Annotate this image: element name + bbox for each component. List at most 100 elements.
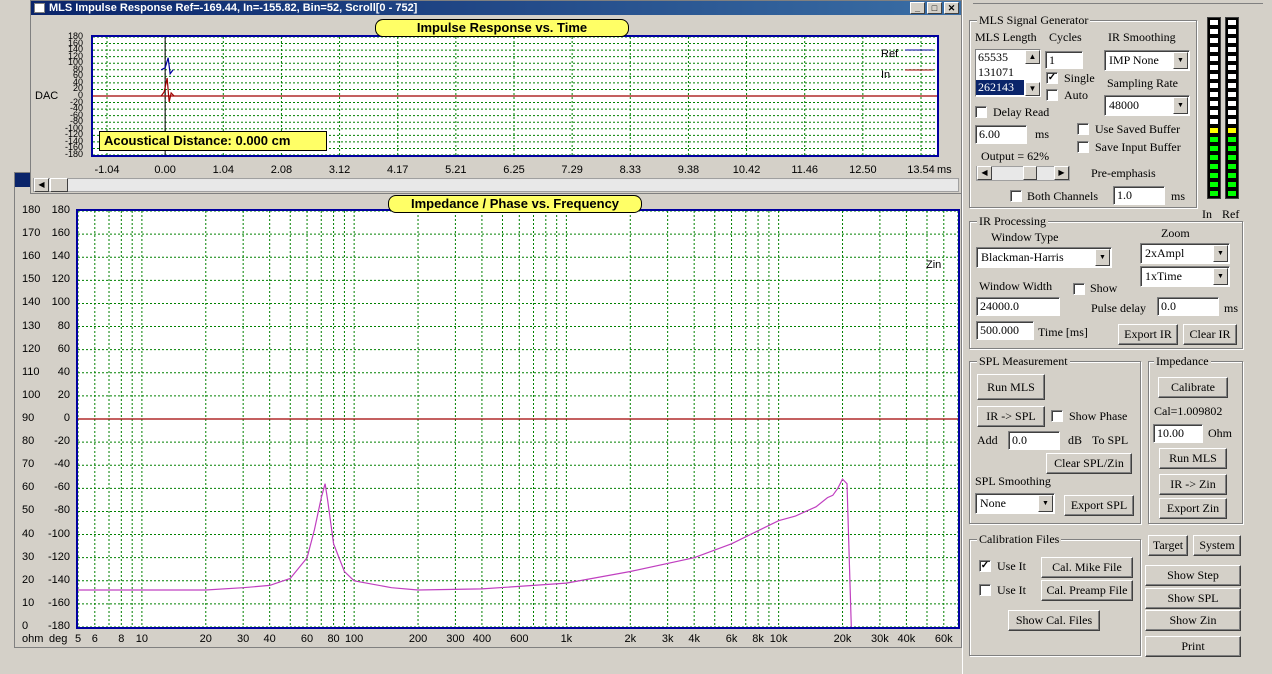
mls-length-list[interactable]: 65535 131071 262143 ▲ ▼ bbox=[975, 49, 1041, 97]
system-button[interactable]: System bbox=[1193, 535, 1241, 556]
use-saved-buffer-checkbox[interactable] bbox=[1077, 123, 1089, 135]
impulse-scrollbar[interactable]: ◀ bbox=[33, 178, 959, 192]
scroll-thumb[interactable] bbox=[50, 178, 68, 192]
chevron-down-icon[interactable]: ▼ bbox=[1173, 52, 1188, 69]
frequency-tick-label: 30 bbox=[237, 633, 250, 645]
add-db-input[interactable]: 0.0 bbox=[1008, 431, 1060, 450]
delay-input[interactable]: 6.00 bbox=[975, 125, 1027, 144]
window-width-input[interactable]: 24000.0 bbox=[976, 297, 1060, 316]
calibrate-button[interactable]: Calibrate bbox=[1158, 377, 1228, 398]
ohm-tick-label: 90 bbox=[22, 412, 35, 424]
show-spl-button[interactable]: Show SPL bbox=[1145, 588, 1241, 609]
input-meter-segment bbox=[1209, 190, 1219, 197]
target-button[interactable]: Target bbox=[1148, 535, 1188, 556]
show-cal-files-button[interactable]: Show Cal. Files bbox=[1008, 610, 1100, 631]
zoom-time-select[interactable]: 1xTime ▼ bbox=[1140, 266, 1230, 287]
clear-spl-zin-button[interactable]: Clear SPL/Zin bbox=[1046, 453, 1132, 474]
scroll-left-arrow[interactable]: ◀ bbox=[34, 178, 49, 192]
frequency-tick-label: 60 bbox=[300, 633, 314, 645]
cal-preamp-file-button[interactable]: Cal. Preamp File bbox=[1041, 580, 1133, 601]
show-window-checkbox[interactable] bbox=[1073, 283, 1085, 295]
pre-emphasis-input[interactable]: 1.0 bbox=[1113, 186, 1165, 205]
time-tick-label: 3.12 bbox=[328, 164, 351, 176]
frequency-tick-label: 10 bbox=[135, 633, 149, 645]
frequency-tick-label: 20 bbox=[199, 633, 212, 645]
use-preamp-cal-checkbox[interactable] bbox=[979, 584, 991, 596]
ref-meter-segment bbox=[1227, 118, 1237, 125]
print-button[interactable]: Print bbox=[1145, 636, 1241, 657]
chevron-down-icon[interactable]: ▼ bbox=[1095, 249, 1110, 266]
input-level-meter bbox=[1207, 17, 1221, 199]
cycles-input[interactable]: 1 bbox=[1045, 51, 1083, 69]
use-saved-buffer-label: Use Saved Buffer bbox=[1095, 122, 1181, 136]
deg-unit-label: deg bbox=[49, 633, 68, 645]
export-spl-button[interactable]: Export SPL bbox=[1064, 495, 1134, 516]
auto-checkbox[interactable] bbox=[1046, 89, 1058, 101]
maximize-button[interactable]: □ bbox=[927, 2, 942, 14]
close-button[interactable]: ✕ bbox=[944, 2, 959, 14]
output-decrease-arrow[interactable]: ◀ bbox=[977, 166, 992, 180]
delay-read-checkbox[interactable] bbox=[975, 106, 987, 118]
use-mike-cal-checkbox[interactable]: ✓ bbox=[979, 560, 991, 572]
impedance-plot-area[interactable]: Zin bbox=[76, 209, 960, 629]
chevron-down-icon[interactable]: ▼ bbox=[1038, 495, 1053, 512]
save-input-buffer-checkbox[interactable] bbox=[1077, 141, 1089, 153]
ohm-tick-label: 150 bbox=[22, 273, 41, 286]
time-tick-label: 4.17 bbox=[386, 164, 409, 176]
mls-list-up-arrow[interactable]: ▲ bbox=[1025, 50, 1040, 64]
ir-to-spl-button[interactable]: IR -> SPL bbox=[977, 406, 1045, 427]
window-type-select[interactable]: Blackman-Harris ▼ bbox=[976, 247, 1112, 268]
input-meter-segment bbox=[1209, 28, 1219, 35]
output-slider-thumb[interactable] bbox=[1022, 166, 1037, 180]
ohm-tick-label: 0 bbox=[22, 620, 29, 632]
ms-unit-label: ms bbox=[937, 164, 952, 176]
pulse-delay-input[interactable]: 0.0 bbox=[1157, 297, 1219, 316]
mls-list-down-arrow[interactable]: ▼ bbox=[1025, 82, 1040, 96]
clear-ir-button[interactable]: Clear IR bbox=[1183, 324, 1237, 345]
deg-tick-label: 20 bbox=[57, 388, 70, 401]
deg-tick-label: -120 bbox=[47, 550, 70, 563]
window-type-label: Window Type bbox=[991, 230, 1059, 244]
chevron-down-icon[interactable]: ▼ bbox=[1213, 268, 1228, 285]
minimize-button[interactable]: _ bbox=[910, 2, 925, 14]
meter-ref-label: Ref bbox=[1222, 207, 1240, 221]
export-zin-button[interactable]: Export Zin bbox=[1159, 498, 1227, 519]
chevron-down-icon[interactable]: ▼ bbox=[1213, 245, 1228, 262]
mls-option-262143[interactable]: 262143 bbox=[976, 80, 1024, 95]
chevron-down-icon[interactable]: ▼ bbox=[1173, 97, 1188, 114]
single-checkbox[interactable]: ✓ bbox=[1046, 72, 1058, 84]
both-channels-checkbox[interactable] bbox=[1010, 190, 1022, 202]
cal-mike-file-button[interactable]: Cal. Mike File bbox=[1041, 557, 1133, 578]
mls-option-131071[interactable]: 131071 bbox=[976, 65, 1040, 80]
show-phase-checkbox[interactable] bbox=[1051, 410, 1063, 422]
show-step-button[interactable]: Show Step bbox=[1145, 565, 1241, 586]
spl-run-mls-button[interactable]: Run MLS bbox=[977, 374, 1045, 400]
db-label: dB bbox=[1068, 433, 1083, 447]
zoom-ampl-select[interactable]: 2xAmpl ▼ bbox=[1140, 243, 1230, 264]
impulse-plot-area[interactable]: Ref In Acoustical Distance: 0.000 cm bbox=[91, 35, 939, 157]
ref-meter-segment bbox=[1227, 163, 1237, 170]
ir-smoothing-select[interactable]: IMP None ▼ bbox=[1104, 50, 1190, 71]
acoustical-distance-box: Acoustical Distance: 0.000 cm bbox=[99, 131, 327, 151]
ref-meter-segment bbox=[1227, 127, 1237, 134]
deg-tick-label: 140 bbox=[51, 250, 70, 263]
time-tick-label: 7.29 bbox=[561, 164, 583, 176]
impedance-chart bbox=[78, 211, 958, 627]
show-zin-button[interactable]: Show Zin bbox=[1145, 610, 1241, 631]
ir-smoothing-label: IR Smoothing bbox=[1108, 30, 1176, 44]
output-increase-arrow[interactable]: ▶ bbox=[1054, 166, 1069, 180]
ref-meter-segment bbox=[1227, 28, 1237, 35]
time-input[interactable]: 500.000 bbox=[976, 321, 1034, 340]
zin-run-mls-button[interactable]: Run MLS bbox=[1159, 448, 1227, 469]
output-level-label: Output = 62% bbox=[981, 149, 1050, 163]
ir-to-zin-button[interactable]: IR -> Zin bbox=[1159, 474, 1227, 495]
frequency-tick-label: 4k bbox=[688, 633, 700, 645]
frequency-tick-label: 300 bbox=[446, 633, 465, 645]
frequency-tick-label: 20k bbox=[833, 633, 852, 645]
export-ir-button[interactable]: Export IR bbox=[1118, 324, 1178, 345]
ref-level-meter bbox=[1225, 17, 1239, 199]
spl-smoothing-select[interactable]: None ▼ bbox=[975, 493, 1055, 514]
sampling-rate-select[interactable]: 48000 ▼ bbox=[1104, 95, 1190, 116]
cal-ohm-input[interactable]: 10.00 bbox=[1153, 424, 1203, 443]
output-level-slider[interactable]: ◀ ▶ bbox=[976, 166, 1070, 181]
